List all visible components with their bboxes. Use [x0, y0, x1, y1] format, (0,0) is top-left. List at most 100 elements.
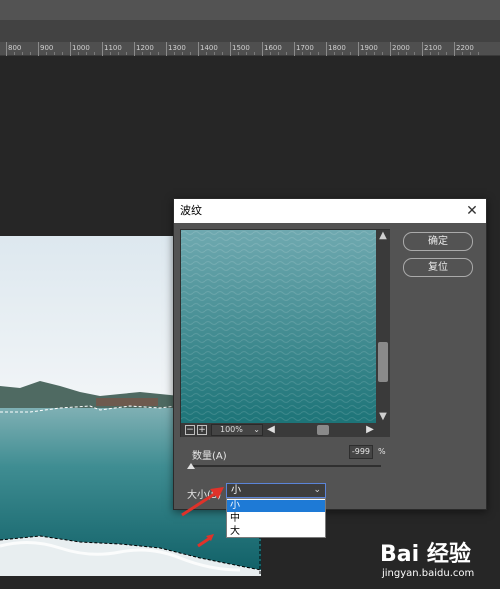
- scroll-down-icon[interactable]: ▼: [376, 411, 390, 423]
- scroll-right-icon[interactable]: ▶: [364, 423, 376, 437]
- ruler-minor-tick: [278, 52, 279, 55]
- scroll-left-icon[interactable]: ◀: [265, 423, 277, 437]
- size-option-large[interactable]: 大: [227, 526, 325, 538]
- ruler-minor-tick: [286, 52, 287, 55]
- ruler-label: 2000: [392, 44, 410, 52]
- ok-button[interactable]: 确定: [403, 232, 473, 251]
- baidu-watermark: Bai 经验 jingyan.baidu.com: [372, 530, 500, 589]
- ruler-minor-tick: [22, 52, 23, 55]
- ruler-minor-tick: [142, 52, 143, 55]
- preview-vertical-scrollbar[interactable]: ▲ ▼: [376, 230, 390, 423]
- ruler-label: 1200: [136, 44, 154, 52]
- ruler-minor-tick: [174, 52, 175, 55]
- size-dropdown-list: 小 中 大: [226, 498, 326, 538]
- chevron-down-icon: ⌄: [313, 485, 321, 495]
- ruler-tick: [454, 42, 455, 56]
- ruler-minor-tick: [430, 52, 431, 55]
- size-option-medium[interactable]: 中: [227, 513, 325, 525]
- ruler-tick: [294, 42, 295, 56]
- amount-label: 数量(A): [192, 451, 227, 462]
- ruler-tick: [166, 42, 167, 56]
- ruler-label: 900: [40, 44, 54, 52]
- ruler-minor-tick: [302, 52, 303, 55]
- ruler-minor-tick: [414, 52, 415, 55]
- ruler-minor-tick: [374, 52, 375, 55]
- zoom-level-select[interactable]: 100% ⌄: [211, 424, 263, 436]
- ruler-minor-tick: [126, 52, 127, 55]
- zoom-level-value: 100%: [220, 425, 243, 434]
- ruler-minor-tick: [398, 52, 399, 55]
- ruler-minor-tick: [438, 52, 439, 55]
- ruler-minor-tick: [478, 52, 479, 55]
- ruler-label: 1600: [264, 44, 282, 52]
- app-menu-bar: [0, 0, 500, 20]
- ruler-label: 2100: [424, 44, 442, 52]
- ruler-minor-tick: [382, 52, 383, 55]
- size-selected-value: 小: [231, 485, 241, 496]
- ruler-minor-tick: [150, 52, 151, 55]
- amount-slider-thumb[interactable]: [187, 463, 195, 469]
- ruler-minor-tick: [182, 52, 183, 55]
- ruler-minor-tick: [254, 52, 255, 55]
- ruler-minor-tick: [406, 52, 407, 55]
- ruler-tick: [198, 42, 199, 56]
- ruler-tick: [358, 42, 359, 56]
- ruler-minor-tick: [118, 52, 119, 55]
- ruler-tick: [230, 42, 231, 56]
- ruler-label: 1700: [296, 44, 314, 52]
- ruler-minor-tick: [270, 52, 271, 55]
- ruler-minor-tick: [366, 52, 367, 55]
- ruler-minor-tick: [14, 52, 15, 55]
- horizontal-scroll-thumb[interactable]: [317, 425, 329, 435]
- reset-button[interactable]: 复位: [403, 258, 473, 277]
- dialog-title: 波纹: [174, 199, 486, 223]
- ruler-minor-tick: [470, 52, 471, 55]
- ruler-tick: [326, 42, 327, 56]
- filter-preview[interactable]: [181, 230, 376, 423]
- ruler-minor-tick: [46, 52, 47, 55]
- ruler-label: 1100: [104, 44, 122, 52]
- annotation-arrow-icon: [197, 534, 214, 548]
- ruler-tick: [422, 42, 423, 56]
- amount-slider-track[interactable]: [190, 465, 381, 467]
- ruler-label: 2200: [456, 44, 474, 52]
- ruler-label: 1900: [360, 44, 378, 52]
- ruler-tick: [262, 42, 263, 56]
- ripple-filter-dialog: 波纹 ✕ ▲ ▼ − + 100% ⌄ ◀ ▶ 确定 复位 数量(A) -999…: [173, 198, 487, 510]
- annotation-arrow-icon: [181, 487, 224, 517]
- ruler-minor-tick: [342, 52, 343, 55]
- ruler-minor-tick: [190, 52, 191, 55]
- close-icon[interactable]: ✕: [464, 203, 480, 219]
- ruler-minor-tick: [350, 52, 351, 55]
- scroll-thumb[interactable]: [378, 342, 388, 382]
- baidu-logo: Bai 经验: [380, 536, 471, 568]
- ruler-tick: [38, 42, 39, 56]
- watermark-logo-text: Bai 经验: [380, 542, 471, 567]
- scroll-up-icon[interactable]: ▲: [376, 230, 390, 242]
- preview-zoom-bar: − + 100% ⌄ ◀ ▶: [181, 423, 390, 437]
- watermark-site: jingyan.baidu.com: [382, 568, 475, 579]
- ruler-minor-tick: [446, 52, 447, 55]
- ruler-minor-tick: [30, 52, 31, 55]
- ruler-tick: [102, 42, 103, 56]
- horizontal-ruler: 800 900 1000 1100 1200 1300 1400 1500 1600 1700 18…: [0, 42, 500, 56]
- size-select[interactable]: 小 ⌄: [226, 483, 326, 498]
- ruler-label: 800: [8, 44, 22, 52]
- ruler-label: 1000: [72, 44, 90, 52]
- ruler-minor-tick: [238, 52, 239, 55]
- ruler-minor-tick: [334, 52, 335, 55]
- ruler-minor-tick: [214, 52, 215, 55]
- ruler-label: 1400: [200, 44, 218, 52]
- size-option-small[interactable]: 小: [227, 500, 325, 512]
- ruler-minor-tick: [158, 52, 159, 55]
- zoom-out-icon[interactable]: −: [185, 425, 195, 435]
- amount-input[interactable]: -999: [349, 445, 373, 459]
- ruler-tick: [390, 42, 391, 56]
- ruler-label: 1300: [168, 44, 186, 52]
- ruler-minor-tick: [94, 52, 95, 55]
- chevron-down-icon: ⌄: [253, 425, 260, 434]
- ruler-minor-tick: [318, 52, 319, 55]
- preview-image: [181, 230, 376, 423]
- zoom-in-icon[interactable]: +: [197, 425, 207, 435]
- ruler-label: 1500: [232, 44, 250, 52]
